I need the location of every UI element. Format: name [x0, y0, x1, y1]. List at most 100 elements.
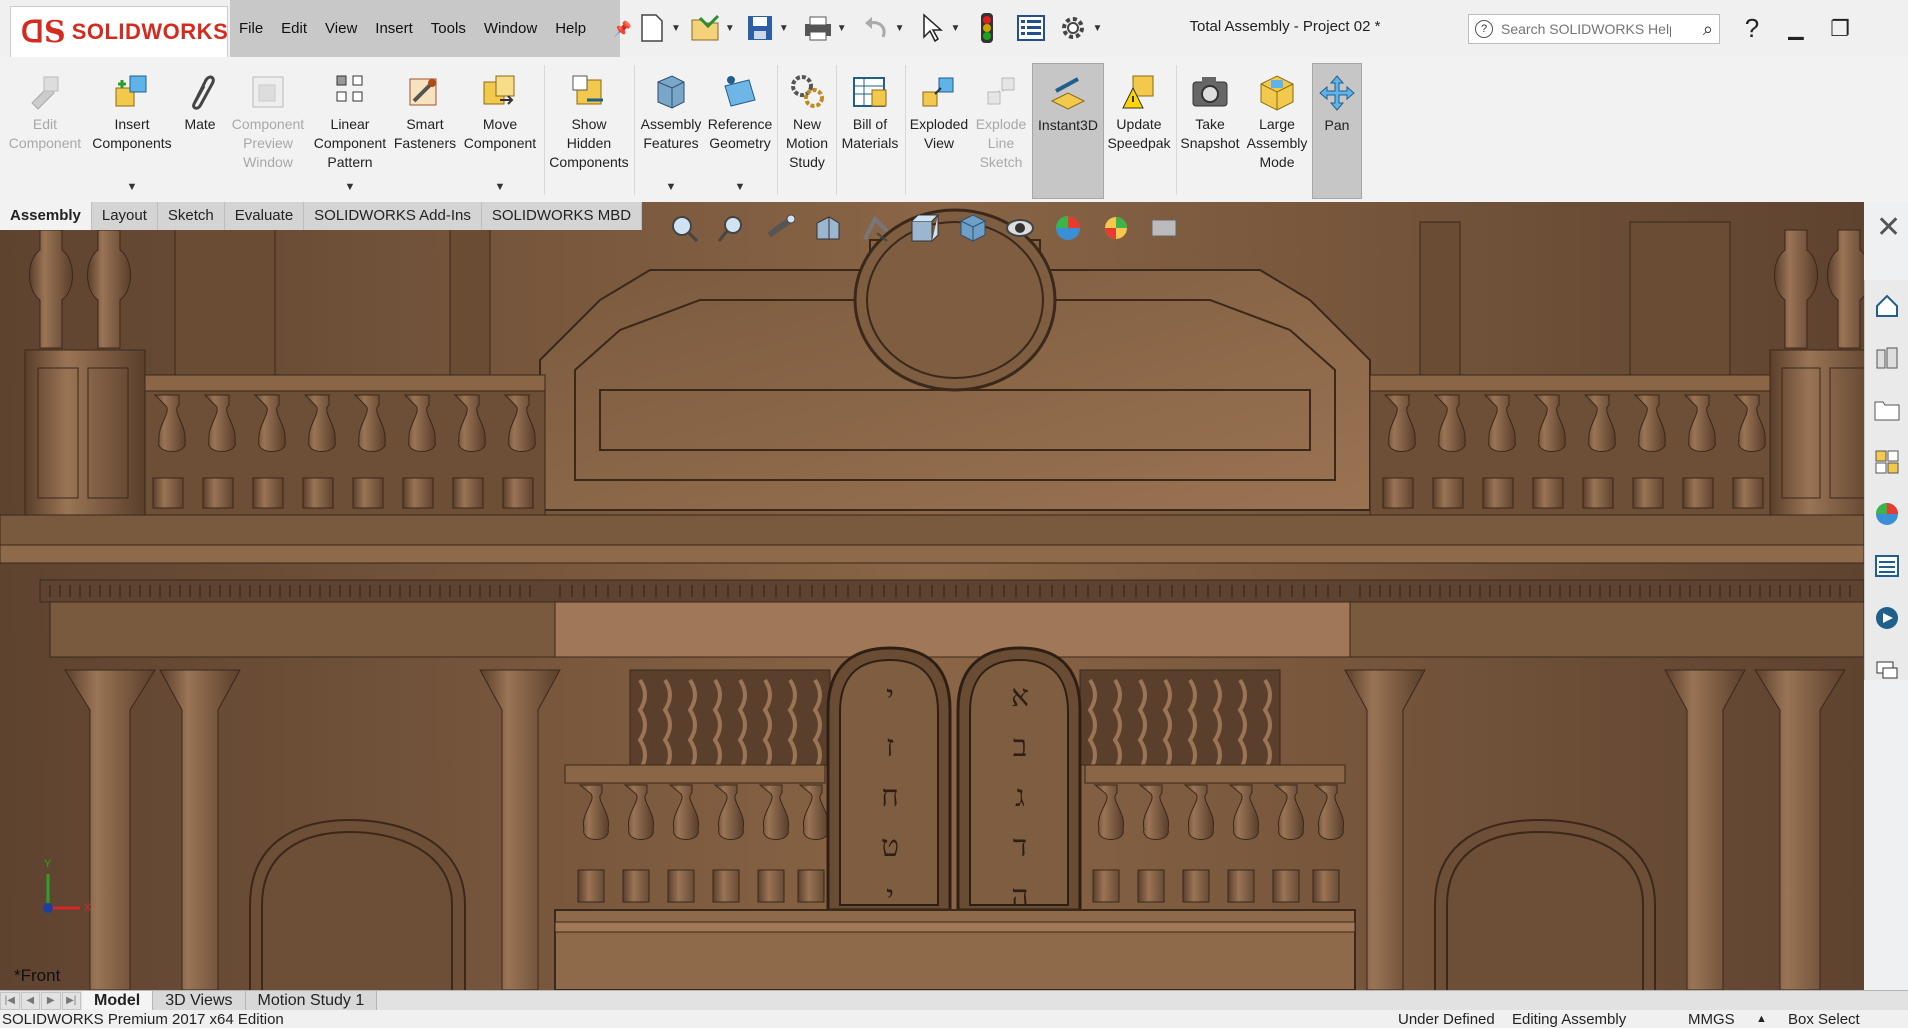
- tab-assembly[interactable]: Assembly: [0, 202, 92, 230]
- move-component-dropdown-icon[interactable]: ▼: [495, 181, 506, 193]
- next-tab-icon[interactable]: ▶: [41, 992, 61, 1010]
- new-dropdown-icon[interactable]: ▼: [671, 23, 681, 34]
- close-viewport-icon[interactable]: ✕: [1876, 210, 1901, 245]
- apply-scene-icon[interactable]: [1092, 208, 1140, 248]
- insert-components-label: Insert Components: [92, 116, 172, 151]
- view-settings-icon[interactable]: [1140, 208, 1188, 248]
- pan-button[interactable]: Pan: [1312, 63, 1362, 199]
- tab-layout[interactable]: Layout: [91, 202, 158, 230]
- search-input[interactable]: [1499, 20, 1673, 38]
- design-library-icon[interactable]: [1865, 332, 1908, 384]
- new-document-icon[interactable]: [635, 11, 669, 45]
- reference-geometry-dropdown-icon[interactable]: ▼: [735, 181, 746, 193]
- options-gear-icon[interactable]: [1056, 11, 1090, 45]
- select-pointer-icon[interactable]: [915, 11, 949, 45]
- units-selector[interactable]: MMGS: [1688, 1011, 1735, 1028]
- tab-evaluate[interactable]: Evaluate: [224, 202, 305, 230]
- tab-3d-views[interactable]: 3D Views: [153, 991, 246, 1011]
- undo-dropdown-icon[interactable]: ▼: [895, 23, 905, 34]
- help-question-icon[interactable]: ?: [1730, 13, 1774, 44]
- custom-properties-icon[interactable]: [1865, 540, 1908, 592]
- forum-icon[interactable]: [1865, 644, 1908, 696]
- section-view-icon[interactable]: [804, 208, 852, 248]
- assembly-features-button[interactable]: Assembly Features ▼: [638, 63, 704, 197]
- open-dropdown-icon[interactable]: ▼: [725, 23, 735, 34]
- selection-mode[interactable]: Box Select: [1788, 1011, 1860, 1028]
- dynamic-annotation-icon[interactable]: [852, 208, 900, 248]
- select-dropdown-icon[interactable]: ▼: [951, 23, 961, 34]
- new-motion-study-button[interactable]: New Motion Study: [780, 63, 834, 197]
- restore-button[interactable]: ❐: [1818, 16, 1862, 42]
- left-tablet-letters: י ז ח ט י: [872, 672, 908, 922]
- smart-fasteners-button[interactable]: Smart Fasteners: [392, 63, 458, 197]
- graphics-area[interactable]: י ז ח ט י א ב ג ד ה: [0, 202, 1908, 990]
- linear-pattern-dropdown-icon[interactable]: ▼: [345, 181, 356, 193]
- tab-solidworks-mbd[interactable]: SOLIDWORKS MBD: [481, 202, 643, 230]
- print-dropdown-icon[interactable]: ▼: [837, 23, 847, 34]
- save-dropdown-icon[interactable]: ▼: [779, 23, 789, 34]
- menu-help[interactable]: Help: [546, 20, 595, 37]
- menu-tools[interactable]: Tools: [422, 20, 475, 37]
- save-icon[interactable]: [743, 11, 777, 45]
- tab-sketch[interactable]: Sketch: [157, 202, 225, 230]
- explode-line-sketch-button[interactable]: Explode Line Sketch: [970, 63, 1032, 197]
- mate-button[interactable]: Mate: [175, 63, 225, 197]
- camera-icon: [1189, 71, 1231, 113]
- component-preview-label: Component Preview Window: [231, 116, 305, 170]
- assembly-features-dropdown-icon[interactable]: ▼: [666, 181, 677, 193]
- model-canvas[interactable]: [0, 202, 1908, 990]
- previous-view-icon[interactable]: [756, 208, 804, 248]
- insert-components-dropdown-icon[interactable]: ▼: [127, 181, 138, 193]
- home-icon[interactable]: [1865, 280, 1908, 332]
- bill-of-materials-button[interactable]: Bill of Materials: [838, 63, 902, 197]
- zoom-to-area-icon[interactable]: [708, 208, 756, 248]
- smart-fasteners-label: Smart Fasteners: [393, 116, 457, 151]
- solidworks-logo[interactable]: ꓷS SOLIDWORKS: [10, 6, 228, 58]
- menu-window[interactable]: Window: [475, 20, 546, 37]
- edit-component-button[interactable]: Edit Component: [4, 63, 86, 197]
- ribbon-separator: [836, 65, 837, 195]
- display-style-icon[interactable]: [948, 208, 996, 248]
- print-icon[interactable]: [801, 11, 835, 45]
- move-component-button[interactable]: Move Component ▼: [460, 63, 540, 197]
- take-snapshot-button[interactable]: Take Snapshot: [1178, 63, 1242, 197]
- menu-file[interactable]: File: [230, 20, 272, 37]
- exploded-view-button[interactable]: Exploded View: [908, 63, 970, 197]
- rebuild-traffic-light-icon[interactable]: [970, 11, 1004, 45]
- undo-icon[interactable]: [859, 11, 893, 45]
- linear-component-pattern-button[interactable]: Linear Component Pattern ▼: [310, 63, 390, 197]
- prev-tab-icon[interactable]: ◀: [20, 992, 40, 1010]
- tab-solidworks-add-ins[interactable]: SOLIDWORKS Add-Ins: [304, 202, 482, 230]
- update-speedpak-button[interactable]: Update Speedpak: [1104, 63, 1174, 197]
- appearances-icon[interactable]: [1865, 488, 1908, 540]
- menu-edit[interactable]: Edit: [272, 20, 316, 37]
- tab-motion-study-1[interactable]: Motion Study 1: [245, 991, 378, 1011]
- options-dropdown-icon[interactable]: ▼: [1092, 23, 1102, 34]
- search-icon[interactable]: ⌕: [1703, 19, 1713, 40]
- file-properties-icon[interactable]: [1014, 11, 1048, 45]
- open-folder-icon[interactable]: [689, 11, 723, 45]
- minimize-button[interactable]: ▁: [1774, 16, 1818, 41]
- tab-model[interactable]: Model: [82, 991, 154, 1011]
- show-hidden-components-button[interactable]: Show Hidden Components: [548, 63, 630, 197]
- view-palette-icon[interactable]: [1865, 436, 1908, 488]
- hide-show-items-icon[interactable]: [996, 208, 1044, 248]
- view-orientation-icon[interactable]: [900, 208, 948, 248]
- units-up-icon[interactable]: ▲: [1756, 1013, 1767, 1025]
- assembly-features-label: Assembly Features: [640, 116, 702, 151]
- large-assembly-mode-button[interactable]: Large Assembly Mode: [1244, 63, 1310, 197]
- solidworks-resources-icon[interactable]: [1865, 592, 1908, 644]
- last-tab-icon[interactable]: ▶|: [61, 992, 81, 1010]
- show-hidden-icon: [568, 71, 610, 113]
- pin-icon[interactable]: 📌: [613, 20, 632, 38]
- component-preview-window-button[interactable]: Component Preview Window: [228, 63, 308, 197]
- zoom-to-fit-icon[interactable]: [660, 208, 708, 248]
- edit-appearance-icon[interactable]: [1044, 208, 1092, 248]
- instant3d-button[interactable]: Instant3D: [1032, 63, 1104, 199]
- insert-components-button[interactable]: Insert Components ▼: [92, 63, 172, 197]
- first-tab-icon[interactable]: |◀: [0, 992, 20, 1010]
- reference-geometry-button[interactable]: Reference Geometry ▼: [706, 63, 774, 197]
- menu-view[interactable]: View: [316, 20, 366, 37]
- menu-insert[interactable]: Insert: [366, 20, 422, 37]
- file-explorer-icon[interactable]: [1865, 384, 1908, 436]
